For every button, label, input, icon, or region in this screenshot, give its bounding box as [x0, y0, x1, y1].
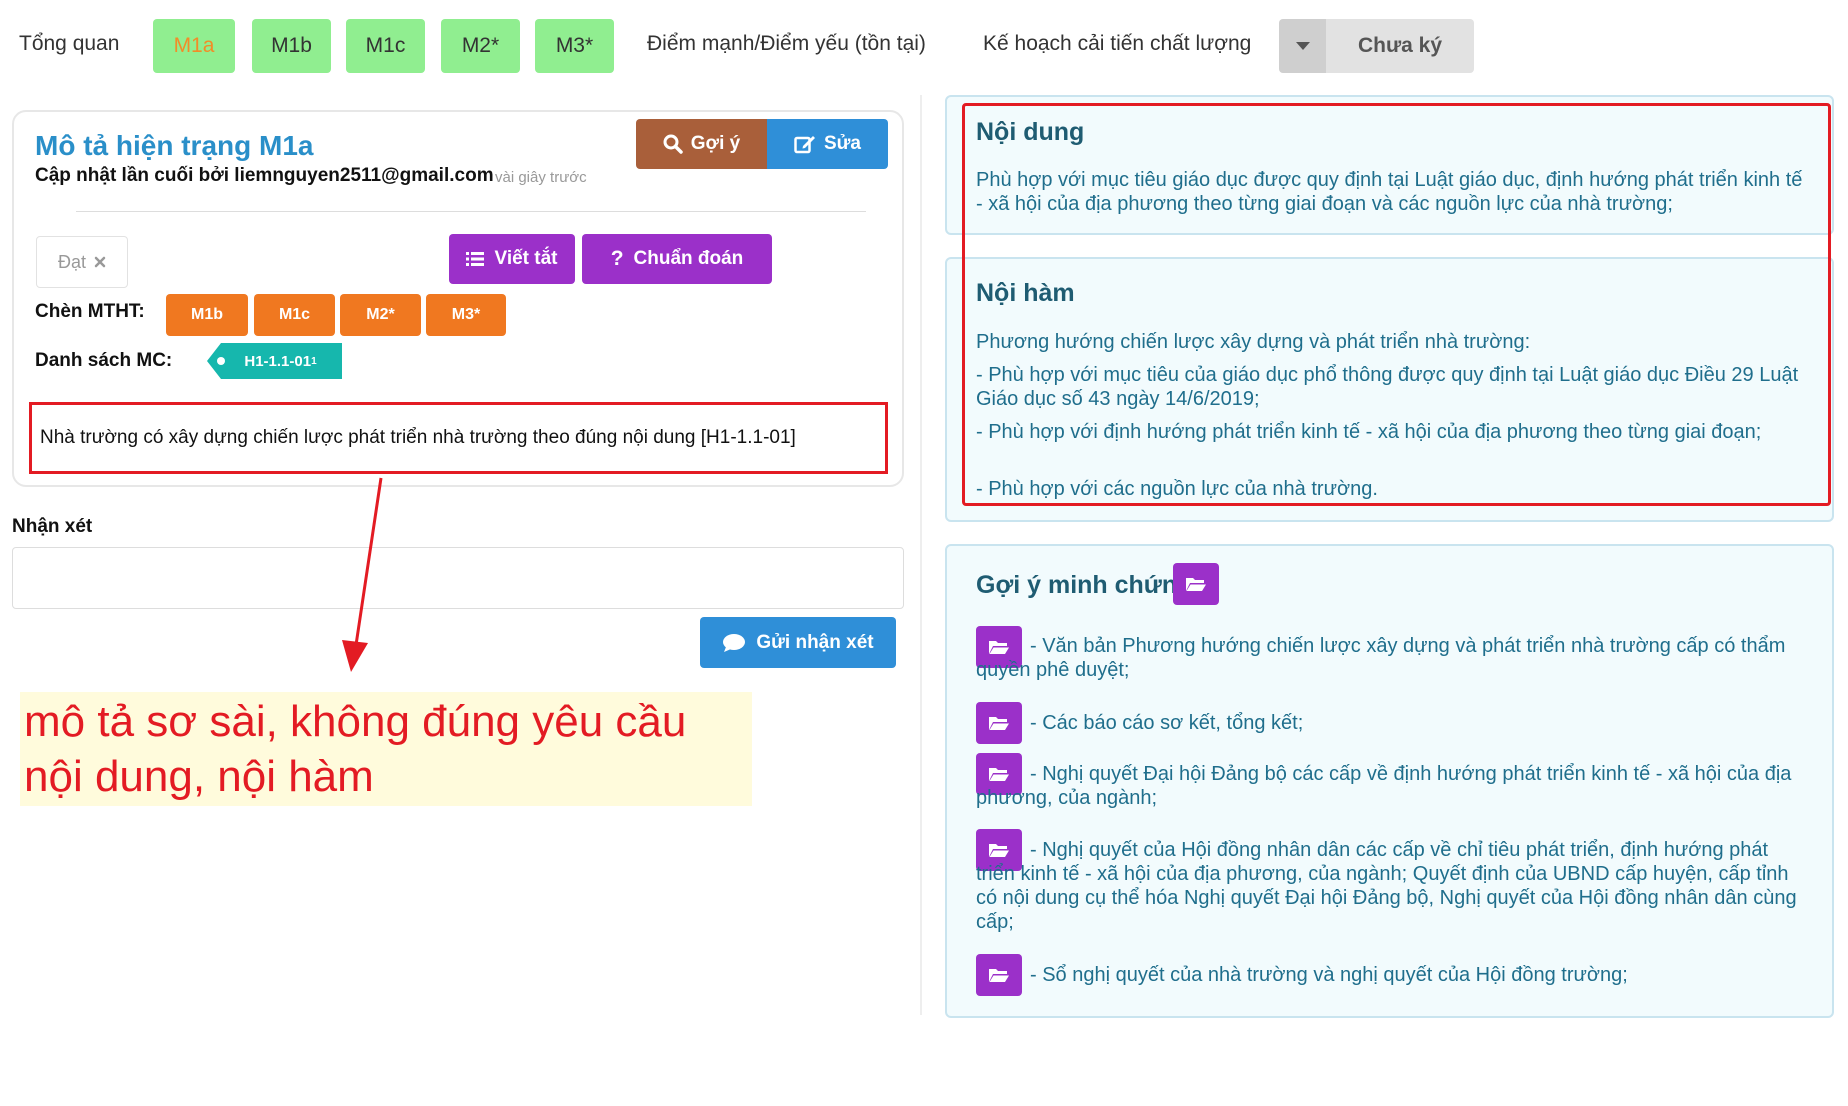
card-title: Mô tả hiện trạng M1a	[35, 130, 314, 161]
nav-improvement-plan[interactable]: Kế hoạch cải tiến chất lượng	[983, 32, 1251, 56]
insert-mtht-label: Chèn MTHT:	[35, 301, 145, 322]
description-card: Mô tả hiện trạng M1a Cập nhật lần cuối b…	[12, 110, 904, 487]
sign-status-label[interactable]: Chưa ký	[1326, 19, 1474, 73]
mc-tag-dot	[217, 357, 225, 365]
list-icon	[466, 252, 485, 266]
abbreviation-label: Viết tắt	[494, 248, 558, 269]
comment-input[interactable]	[12, 547, 904, 609]
status-label: Đạt	[57, 251, 86, 272]
tab-m3[interactable]: M3*	[535, 19, 614, 73]
comment-label: Nhận xét	[12, 516, 93, 537]
updated-by: Cập nhật lần cuối bởi liemnguyen2511@gma…	[35, 165, 494, 186]
insert-tag-m3[interactable]: M3*	[426, 294, 506, 336]
highlight-frame	[962, 103, 1831, 506]
mc-tag-code: H1-1.1-01	[244, 352, 312, 370]
nav-strengths[interactable]: Điểm mạnh/Điểm yếu (tồn tại)	[647, 32, 926, 56]
evidence-folder-button[interactable]	[1173, 563, 1219, 605]
sign-status-dropdown[interactable]: Chưa ký	[1279, 19, 1474, 73]
diagnose-label: Chuẩn đoán	[633, 248, 744, 269]
evidence-item-3: - Nghị quyết của Hội đồng nhân dân các c…	[976, 839, 1797, 933]
insert-tag-m1c[interactable]: M1c	[254, 294, 335, 336]
send-comment-label: Gửi nhận xét	[756, 631, 874, 653]
tab-m1c[interactable]: M1c	[346, 19, 425, 73]
diagnose-button[interactable]: ? Chuẩn đoán	[582, 234, 772, 284]
suggest-label: Gợi ý	[690, 133, 741, 154]
abbreviation-button[interactable]: Viết tắt	[449, 234, 575, 284]
description-text[interactable]: Nhà trường có xây dựng chiến lược phát t…	[29, 402, 888, 474]
nav-overview[interactable]: Tổng quan	[19, 32, 119, 56]
card-actions: Gợi ý Sửa	[636, 119, 888, 169]
updated-time: vài giây trước	[495, 169, 587, 186]
evidence-item-0: - Văn bản Phương hướng chiến lược xây dự…	[976, 635, 1786, 681]
mc-list-label: Danh sách MC:	[35, 350, 173, 371]
evidence-item-1: - Các báo cáo sơ kết, tổng kết;	[1030, 712, 1304, 734]
insert-tag-m1b[interactable]: M1b	[166, 294, 248, 336]
evidence-title: Gợi ý minh chứng	[976, 571, 1193, 599]
evidence-item-2: - Nghị quyết Đại hội Đảng bộ các cấp về …	[976, 763, 1792, 809]
tab-m1b[interactable]: M1b	[252, 19, 331, 73]
mc-tag[interactable]: H1-1.1-01 1	[207, 343, 342, 379]
suggest-button[interactable]: Gợi ý	[636, 119, 767, 169]
status-badge: Đạt	[36, 236, 128, 288]
close-icon[interactable]	[94, 256, 106, 268]
search-icon	[663, 134, 683, 154]
card-divider	[76, 211, 866, 212]
column-divider	[920, 95, 922, 1015]
comment-icon	[723, 633, 746, 652]
annotation-note: mô tả sơ sài, không đúng yêu cầu nội dun…	[24, 697, 687, 801]
tab-m2[interactable]: M2*	[441, 19, 520, 73]
folder-open-icon	[1186, 578, 1206, 591]
evidence-item-4: - Sổ nghị quyết của nhà trường và nghị q…	[1030, 964, 1628, 986]
question-icon: ?	[610, 247, 624, 270]
send-comment-button[interactable]: Gửi nhận xét	[700, 617, 896, 668]
edit-icon	[794, 136, 815, 154]
mc-tag-sub: 1	[311, 355, 317, 367]
edit-button[interactable]: Sửa	[767, 119, 888, 169]
edit-label: Sửa	[824, 133, 861, 154]
top-nav: Tổng quan M1a M1b M1c M2* M3* Điểm mạnh/…	[0, 0, 1848, 90]
tab-m1a[interactable]: M1a	[153, 19, 235, 73]
insert-tag-m2[interactable]: M2*	[340, 294, 421, 336]
caret-down-icon[interactable]	[1279, 19, 1326, 73]
